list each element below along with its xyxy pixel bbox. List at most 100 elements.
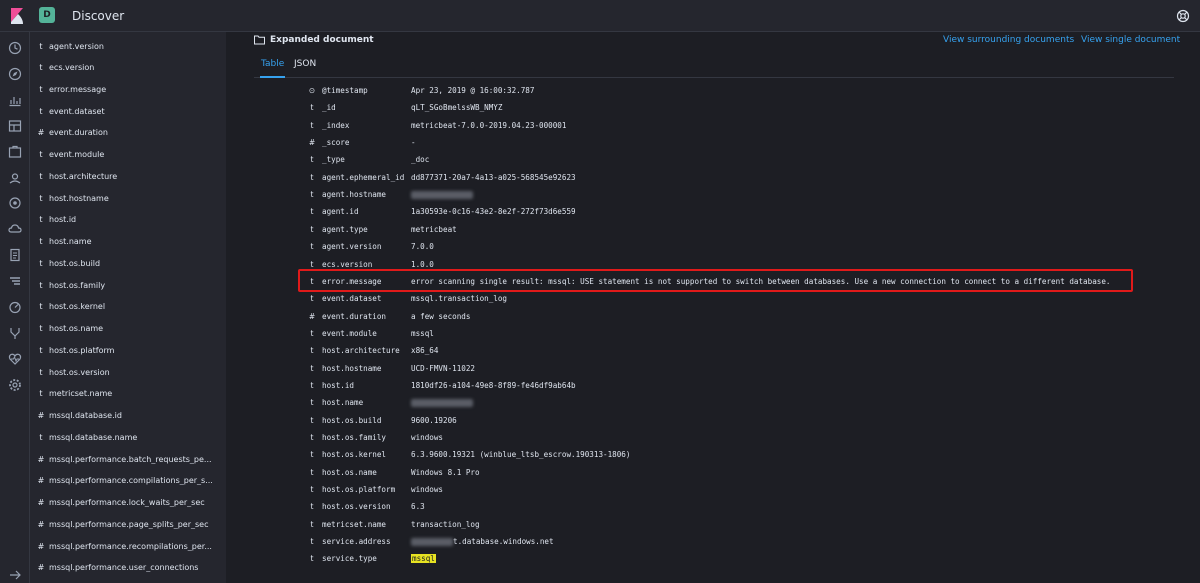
field-type-icon: t — [39, 389, 43, 399]
document-field-row: t service.type mssql — [226, 550, 1200, 567]
field-name: metricset.name — [49, 389, 113, 399]
dashboard-icon[interactable] — [8, 119, 22, 133]
field-list-sidebar: t agent.version t ecs.version t error.message… — [30, 32, 226, 583]
chart-icon[interactable] — [8, 93, 22, 107]
infrastructure-icon[interactable] — [8, 222, 22, 236]
clock-icon[interactable] — [8, 41, 22, 55]
document-field-row: t host.hostname UCD-FMVN-11022 — [226, 360, 1200, 377]
field-type-icon: t — [39, 237, 43, 247]
field-list-item[interactable]: t ecs.version — [30, 57, 226, 79]
document-field-row: t host.os.name Windows 8.1 Pro — [226, 464, 1200, 481]
document-field-row: t metricset.name transaction_log — [226, 516, 1200, 533]
field-value: mssql — [411, 328, 434, 338]
field-name: host.id — [49, 215, 77, 225]
field-value: a few seconds — [411, 311, 471, 321]
field-list-item[interactable]: # mssql.performance.page_splits_per_sec — [30, 514, 226, 536]
field-type-icon: t — [310, 328, 314, 338]
field-name: event.dataset — [49, 106, 105, 116]
field-list-item[interactable]: # mssql.performance.batch_requests_pe... — [30, 449, 226, 471]
field-type-icon: t — [310, 346, 314, 356]
uptime-icon[interactable] — [8, 300, 22, 314]
field-type-icon: t — [39, 324, 43, 334]
field-type-icon: t — [310, 242, 314, 252]
view-single-document-link[interactable]: View single document — [1081, 35, 1180, 45]
field-list-item[interactable]: t host.architecture — [30, 166, 226, 188]
field-type-icon: # — [308, 138, 316, 148]
field-list-item[interactable]: # mssql.performance.lock_waits_per_sec — [30, 492, 226, 514]
field-key: ecs.version — [322, 259, 373, 269]
field-list-item[interactable]: # mssql.performance.recompilations_per... — [30, 536, 226, 558]
field-list-item[interactable]: t event.dataset — [30, 101, 226, 123]
field-key: agent.version — [322, 242, 382, 252]
maps-icon[interactable] — [8, 171, 22, 185]
field-key: _score — [322, 138, 350, 148]
management-icon[interactable] — [8, 378, 22, 392]
field-value: t.database.windows.net — [411, 537, 554, 547]
field-type-icon: t — [310, 485, 314, 495]
logs-icon[interactable] — [8, 248, 22, 262]
field-key: host.os.build — [322, 415, 382, 425]
nav-rail — [0, 32, 30, 583]
space-badge[interactable]: D — [39, 7, 55, 23]
field-list-item[interactable]: t host.os.kernel — [30, 296, 226, 318]
kibana-logo-icon[interactable] — [9, 8, 25, 24]
field-list-item[interactable]: t event.module — [30, 144, 226, 166]
field-list-item[interactable]: t error.message — [30, 79, 226, 101]
field-list-item[interactable]: t metricset.name — [30, 383, 226, 405]
field-list-item[interactable]: # event.duration — [30, 122, 226, 144]
field-type-icon: t — [310, 433, 314, 442]
apm-icon[interactable] — [8, 274, 22, 288]
help-icon[interactable] — [1176, 9, 1190, 23]
compass-icon[interactable] — [8, 67, 22, 81]
field-list-item[interactable]: t host.hostname — [30, 188, 226, 210]
field-value: Windows 8.1 Pro — [411, 467, 480, 477]
field-type-icon: t — [310, 276, 314, 286]
field-list-item[interactable]: t host.os.version — [30, 362, 226, 384]
document-field-row: t host.os.platform windows — [226, 481, 1200, 498]
field-value: 7.0.0 — [411, 242, 434, 252]
document-field-row: t agent.id 1a30593e-0c16-43e2-8e2f-272f73d… — [226, 203, 1200, 220]
field-value: 1a30593e-0c16-43e2-8e2f-272f73d6e559 — [411, 207, 576, 217]
field-type-icon: t — [39, 432, 43, 442]
field-key: host.os.name — [322, 467, 377, 477]
field-list-item[interactable]: # mssql.database.id — [30, 405, 226, 427]
field-list-item[interactable]: # mssql.performance.compilations_per_s... — [30, 470, 226, 492]
document-field-row: t host.os.version 6.3 — [226, 498, 1200, 515]
canvas-icon[interactable] — [8, 145, 22, 159]
field-name: host.os.build — [49, 258, 101, 268]
collapse-nav-arrow-icon[interactable] — [8, 568, 22, 582]
document-field-row: t agent.type metricbeat — [226, 221, 1200, 238]
field-list-item[interactable]: t host.os.platform — [30, 340, 226, 362]
field-list-item[interactable]: t agent.version — [30, 36, 226, 58]
tab-table[interactable]: Table — [260, 59, 286, 78]
field-value: metricbeat-7.0.0-2019.04.23-000001 — [411, 120, 567, 130]
field-value: dd877371-20a7-4a13-a025-568545e92623 — [411, 172, 576, 182]
field-value: - — [411, 138, 416, 148]
document-field-row: t error.message error scanning single resu… — [226, 273, 1200, 290]
field-list-item[interactable]: t host.name — [30, 231, 226, 253]
field-key: metricset.name — [322, 519, 387, 529]
field-name: mssql.performance.recompilations_per... — [49, 541, 212, 551]
monitoring-icon[interactable] — [8, 352, 22, 366]
field-list-item[interactable]: t host.os.family — [30, 275, 226, 297]
field-list-item[interactable]: t mssql.database.name — [30, 427, 226, 449]
field-list-item[interactable]: t host.id — [30, 209, 226, 231]
field-key: event.module — [322, 328, 377, 338]
field-type-icon: t — [39, 171, 43, 181]
view-surrounding-documents-link[interactable]: View surrounding documents — [943, 35, 1074, 45]
field-type-icon: t — [310, 380, 314, 390]
field-type-icon: t — [39, 302, 43, 312]
field-value: mssql — [411, 554, 436, 564]
document-field-row: t _index metricbeat-7.0.0-2019.04.23-00000… — [226, 117, 1200, 134]
field-list-item[interactable]: t host.os.build — [30, 253, 226, 275]
expanded-document-title: Expanded document — [270, 35, 374, 45]
field-type-icon: t — [310, 207, 314, 217]
dev-tools-icon[interactable] — [8, 326, 22, 340]
field-key: event.duration — [322, 311, 387, 321]
field-list-item[interactable]: t host.os.name — [30, 318, 226, 340]
field-list-item[interactable]: # mssql.performance.user_connections — [30, 557, 226, 579]
field-name: host.os.family — [49, 280, 106, 290]
expanded-document-panel: Expanded document View surrounding docum… — [226, 32, 1200, 583]
ml-icon[interactable] — [8, 196, 22, 210]
tab-json[interactable]: JSON — [294, 59, 316, 78]
